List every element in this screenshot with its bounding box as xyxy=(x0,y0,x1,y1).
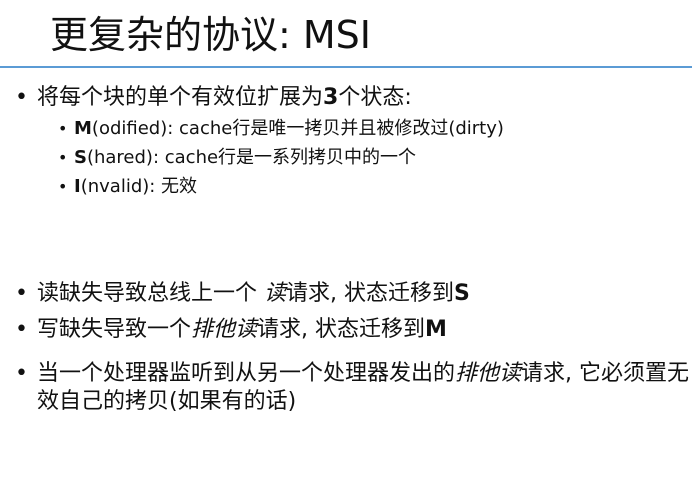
bullet-dot: • xyxy=(15,85,28,110)
sub-bullet-text: S(hared): cache行是一系列拷贝中的一个 xyxy=(74,145,664,171)
target-state: S xyxy=(454,281,470,306)
bullet-dot: • xyxy=(15,281,28,306)
title-underline xyxy=(0,66,692,68)
bullet-valid-bit-extension: • 将每个块的单个有效位扩展为3个状态: xyxy=(15,84,675,114)
bullet-text: 读缺失导致总线上一个 读请求, 状态迁移到S xyxy=(37,280,687,308)
sub-bullet-text: I(nvalid): 无效 xyxy=(74,174,664,200)
slide-title: 更复杂的协议: MSI xyxy=(50,13,371,57)
text-after: 个状态: xyxy=(338,85,412,110)
text-before: 当一个处理器监听到从另一个处理器发出的 xyxy=(37,361,456,386)
state-count: 3 xyxy=(323,85,339,110)
bullet-write-miss: • 写缺失导致一个排他读请求, 状态迁移到M xyxy=(15,316,675,346)
sub-bullet-text: M(odified): cache行是唯一拷贝并且被修改过(dirty) xyxy=(74,116,664,142)
state-description: (hared): cache行是一系列拷贝中的一个 xyxy=(86,147,417,168)
state-letter: I xyxy=(74,176,81,197)
bullet-dot: • xyxy=(15,361,28,386)
bullet-text: 写缺失导致一个排他读请求, 状态迁移到M xyxy=(37,316,687,344)
state-description: (nvalid): 无效 xyxy=(80,176,198,197)
state-letter: M xyxy=(74,118,92,139)
text-after: 请求, 状态迁移到 xyxy=(286,281,455,306)
text-before: 将每个块的单个有效位扩展为 xyxy=(37,85,324,110)
sub-bullet-shared-state: • S(hared): cache行是一系列拷贝中的一个 xyxy=(58,145,668,173)
text-after: 请求, 状态迁移到 xyxy=(257,317,426,342)
bullet-read-miss: • 读缺失导致总线上一个 读请求, 状态迁移到S xyxy=(15,280,675,310)
sub-bullet-invalid-state: • I(nvalid): 无效 xyxy=(58,174,668,202)
state-description: (odified): cache行是唯一拷贝并且被修改过(dirty) xyxy=(91,118,504,139)
bullet-snoop-invalidate: • 当一个处理器监听到从另一个处理器发出的排他读请求, 它必须置无效自己的拷贝(… xyxy=(15,360,689,420)
bullet-dot: • xyxy=(15,317,28,342)
text-before: 写缺失导致一个 xyxy=(37,317,192,342)
emphasis-text: 排他读 xyxy=(455,361,522,386)
bullet-text: 当一个处理器监听到从另一个处理器发出的排他读请求, 它必须置无效自己的拷贝(如果… xyxy=(37,360,692,416)
bullet-text: 将每个块的单个有效位扩展为3个状态: xyxy=(37,84,687,112)
emphasis-text: 排他读 xyxy=(191,317,258,342)
state-letter: S xyxy=(74,147,87,168)
target-state: M xyxy=(425,317,447,342)
presentation-slide: 更复杂的协议: MSI • 将每个块的单个有效位扩展为3个状态: • M(odi… xyxy=(0,0,692,482)
emphasis-text: 读 xyxy=(264,281,287,306)
sub-bullet-modified-state: • M(odified): cache行是唯一拷贝并且被修改过(dirty) xyxy=(58,116,668,144)
text-before: 读缺失导致总线上一个 xyxy=(37,281,264,306)
